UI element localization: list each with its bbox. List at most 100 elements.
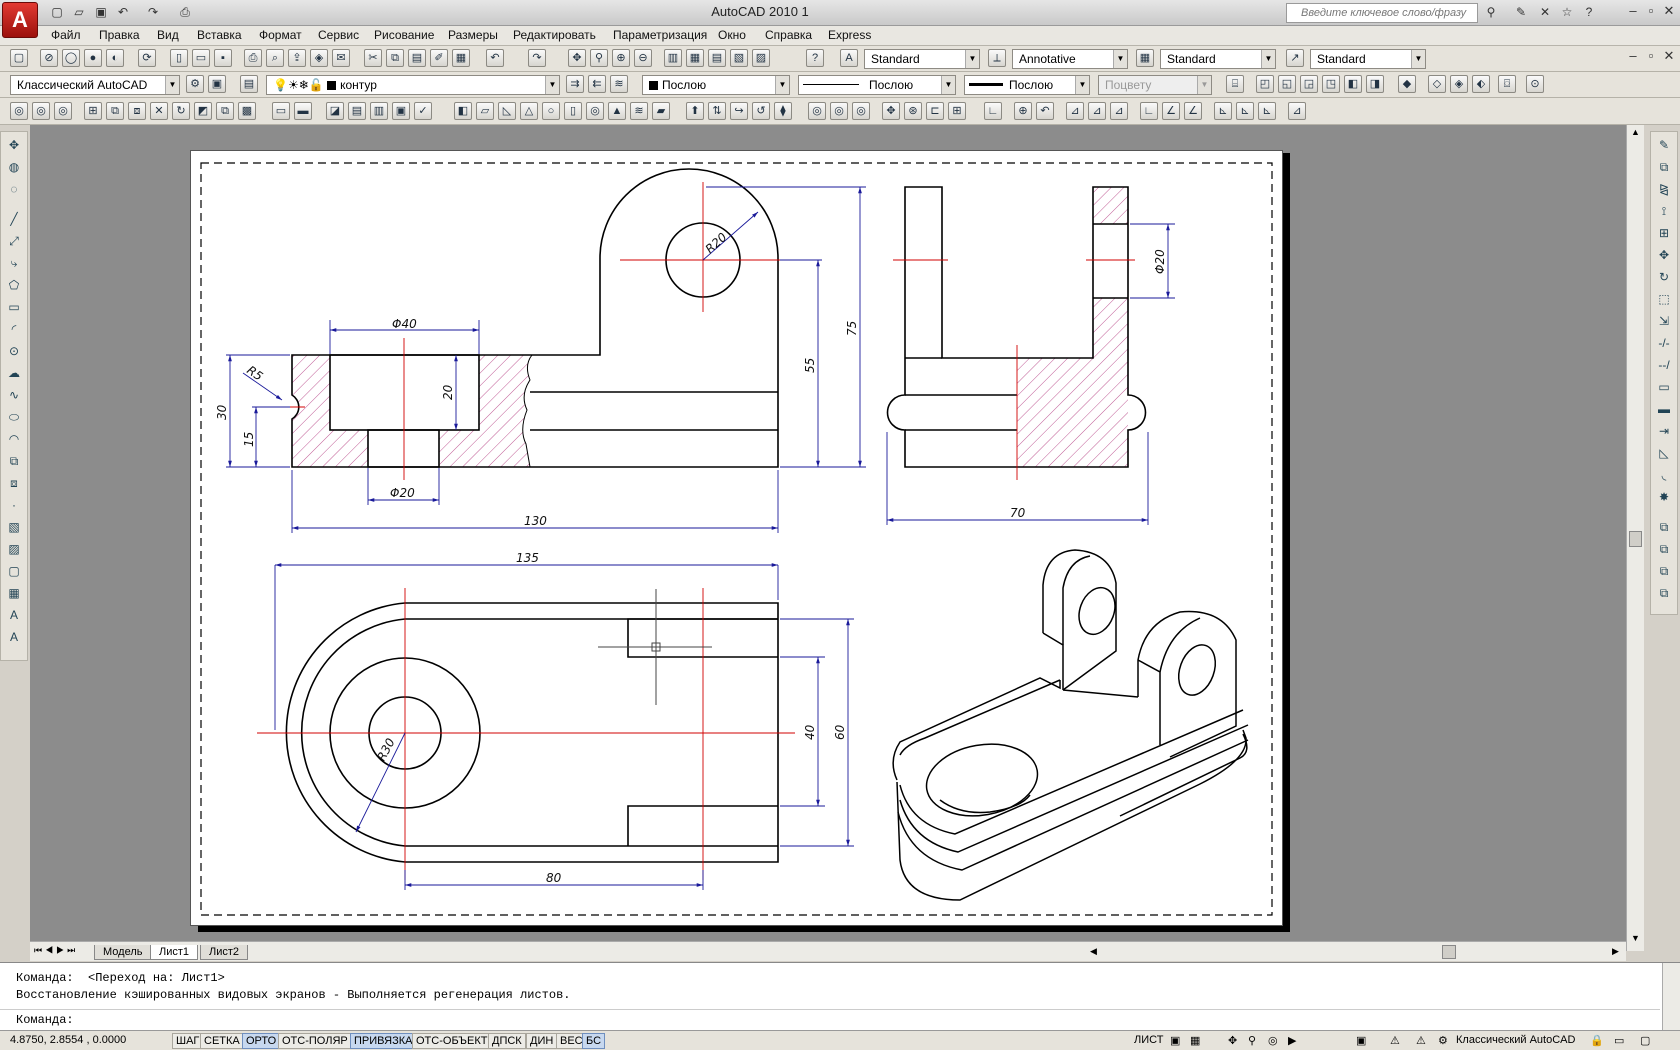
render-icon[interactable]: ● — [84, 49, 102, 67]
spline-icon[interactable]: ∿ — [5, 386, 23, 404]
3d-align-icon[interactable]: ⊏ — [926, 102, 944, 120]
draworder-under-icon[interactable]: ⧉ — [1655, 584, 1673, 602]
gradient-icon[interactable]: ▨ — [5, 540, 23, 558]
taper-faces-icon[interactable]: ◩ — [194, 102, 212, 120]
subtract-icon[interactable]: ◎ — [32, 102, 50, 120]
clean-icon[interactable]: ▤ — [348, 102, 366, 120]
print-icon[interactable]: ⎙ — [244, 49, 262, 67]
save-file-icon[interactable]: ▪ — [214, 49, 232, 67]
view-manager-icon[interactable]: ⌸ — [1226, 75, 1244, 93]
lock-status-icon[interactable]: 🔒 — [1590, 1034, 1604, 1047]
ucs-x-icon[interactable]: ⊾ — [1214, 102, 1232, 120]
layer-select[interactable]: 💡☀❄🔓 контур ▼ — [266, 75, 560, 95]
3d-move-icon[interactable]: ✥ — [882, 102, 900, 120]
plot-icon[interactable]: ⎙ — [176, 4, 194, 21]
polysolid-icon[interactable]: ◧ — [454, 102, 472, 120]
matchprop-icon[interactable]: ✐ — [430, 49, 448, 67]
sweep-icon[interactable]: ↪ — [730, 102, 748, 120]
polygon-icon[interactable]: ⬠ — [5, 276, 23, 294]
move-faces-icon[interactable]: ⧉ — [106, 102, 124, 120]
dim-style-icon[interactable]: ⟂ — [988, 49, 1006, 67]
space-indicator[interactable]: ЛИСТ — [1134, 1034, 1163, 1046]
workspace-select[interactable]: Классический AutoCAD ▼ — [10, 75, 180, 95]
line-icon[interactable]: ╱ — [5, 210, 23, 228]
text-style-icon[interactable]: A — [840, 49, 858, 67]
tab-sheet1[interactable]: Лист1 — [150, 945, 199, 960]
tray-icon[interactable]: ▭ — [1614, 1034, 1624, 1047]
make-current-icon[interactable]: ⇉ — [566, 75, 584, 93]
rectangle-icon[interactable]: ▭ — [5, 298, 23, 316]
iso-nw-icon[interactable]: ⬖ — [1472, 75, 1490, 93]
scroll-down-icon[interactable]: ▼ — [1629, 933, 1642, 946]
stretch-icon[interactable]: ⇲ — [1655, 312, 1673, 330]
construction-line-icon[interactable]: ⤢ — [5, 232, 23, 250]
camera-icon[interactable]: ⌼ — [1498, 75, 1516, 93]
preview-icon[interactable]: ⌕ — [266, 49, 284, 67]
clean-screen-icon[interactable]: ▢ — [1640, 1034, 1650, 1047]
join-icon[interactable]: ⇥ — [1655, 422, 1673, 440]
ucs-face-icon[interactable]: ⊿ — [1066, 102, 1084, 120]
doc-minimize-icon[interactable]: – — [1624, 49, 1642, 63]
menu-view[interactable]: Вид — [157, 28, 179, 42]
menu-edit[interactable]: Правка — [99, 28, 140, 42]
paste-icon[interactable]: ▤ — [408, 49, 426, 67]
zoom-previous-icon[interactable]: ⊖ — [634, 49, 652, 67]
tab-sheet2[interactable]: Лист2 — [200, 945, 249, 960]
extend-icon[interactable]: --/ — [1655, 356, 1673, 374]
separate-icon[interactable]: ▥ — [370, 102, 388, 120]
steeringwheel-icon[interactable]: ◎ — [1268, 1034, 1278, 1047]
maximize-icon[interactable]: ▫ — [1642, 2, 1660, 20]
pan-icon[interactable]: ✥ — [568, 49, 586, 67]
menu-insert[interactable]: Вставка — [197, 28, 242, 42]
etransmit-icon[interactable]: ✉ — [332, 49, 350, 67]
3d-dwf-icon[interactable]: ◈ — [310, 49, 328, 67]
fillet-icon[interactable]: ◟ — [1655, 466, 1673, 484]
annotation-visibility-icon[interactable]: ⚠ — [1416, 1034, 1426, 1047]
menu-dimension[interactable]: Размеры — [448, 28, 498, 42]
table-style-icon[interactable]: ▦ — [1136, 49, 1154, 67]
ucs-view-icon[interactable]: ⊿ — [1110, 102, 1128, 120]
offset-faces-icon[interactable]: ⧈ — [128, 102, 146, 120]
tool-palettes-icon[interactable]: ▤ — [708, 49, 726, 67]
menu-format[interactable]: Формат — [259, 28, 302, 42]
polyline-icon[interactable]: ⤷ — [5, 254, 23, 272]
explode-icon[interactable]: ✸ — [1655, 488, 1673, 506]
status-workspace[interactable]: Классический AutoCAD — [1456, 1034, 1575, 1046]
view-right-icon[interactable]: ◳ — [1322, 75, 1340, 93]
toggle-snap[interactable]: ШАГ — [172, 1033, 204, 1049]
copy-edges-icon[interactable]: ▭ — [272, 102, 290, 120]
presspull-icon[interactable]: ⇅ — [708, 102, 726, 120]
block-editor-icon[interactable]: ▦ — [452, 49, 470, 67]
save-icon[interactable]: ▣ — [92, 4, 110, 21]
tools-icon[interactable]: ✎ — [1512, 4, 1530, 21]
pyramid-icon[interactable]: ▲ — [608, 102, 626, 120]
point-icon[interactable]: · — [5, 496, 23, 514]
layer-manager-icon[interactable]: ▤ — [240, 75, 258, 93]
toggle-qp[interactable]: БС — [582, 1033, 606, 1049]
copy-icon[interactable]: ⧉ — [386, 49, 404, 67]
planar-surface-icon[interactable]: ▰ — [652, 102, 670, 120]
torus-icon[interactable]: ◎ — [586, 102, 604, 120]
quickview-drawings-icon[interactable]: ▦ — [1190, 1034, 1200, 1047]
color-select[interactable]: Послою ▼ — [642, 75, 790, 95]
union-icon[interactable]: ◎ — [10, 102, 28, 120]
zoom-window-icon[interactable]: ⊕ — [612, 49, 630, 67]
menu-express[interactable]: Express — [828, 28, 871, 42]
help-icon[interactable]: ? — [1580, 4, 1598, 21]
offset-icon[interactable]: ⟟ — [1655, 202, 1673, 220]
redo-icon[interactable]: ↷ — [144, 4, 162, 21]
box-icon[interactable]: ▱ — [476, 102, 494, 120]
menu-file[interactable]: Файл — [51, 28, 81, 42]
scroll-thumb[interactable] — [1629, 531, 1642, 547]
color-faces-icon[interactable]: ▩ — [238, 102, 256, 120]
doc-restore-icon[interactable]: ▫ — [1642, 49, 1660, 63]
revolve-icon[interactable]: ↺ — [752, 102, 770, 120]
tab-navigation-icon[interactable]: ⏮◀▶⏭ — [34, 945, 78, 956]
move-handle-icon[interactable]: ✥ — [5, 136, 23, 154]
toggle-grid[interactable]: СЕТКА — [200, 1033, 244, 1049]
search-input[interactable]: Введите ключевое слово/фразу — [1286, 3, 1478, 23]
view-bottom-icon[interactable]: ◱ — [1278, 75, 1296, 93]
toggle-polar[interactable]: ОТС-ПОЛЯР — [278, 1033, 352, 1049]
copy-faces-icon[interactable]: ⧉ — [216, 102, 234, 120]
ucs-world-icon[interactable]: ⊕ — [1014, 102, 1032, 120]
